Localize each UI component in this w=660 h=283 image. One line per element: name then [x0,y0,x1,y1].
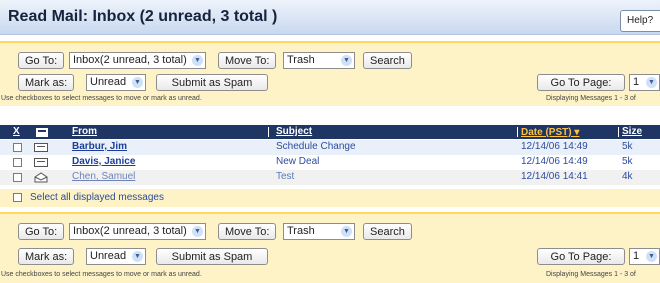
message-subject[interactable]: Schedule Change [276,141,356,152]
submit-spam-button[interactable]: Submit as Spam [156,74,268,91]
page-select-value: 1 [633,76,640,88]
chevron-down-icon: ▼ [132,251,143,262]
message-size: 4k [622,171,633,182]
chevron-down-icon: ▼ [646,251,657,262]
envelope-closed-icon [34,143,48,152]
page-select[interactable]: 1 ▼ [629,74,660,91]
message-size: 5k [622,156,633,167]
message-size: 5k [622,141,633,152]
message-date: 12/14/06 14:41 [521,171,588,182]
message-row[interactable]: Chen, Samuel Test 12/14/06 14:41 4k [0,170,660,185]
move-target-select[interactable]: Trash ▼ [283,52,355,69]
from-column-header[interactable]: From [72,125,97,139]
mark-select[interactable]: Unread ▼ [86,248,146,265]
column-divider [618,127,619,137]
mark-as-button[interactable]: Mark as: [18,74,75,91]
go-to-page-button[interactable]: Go To Page: [537,74,625,91]
top-toolbar: Go To: Inbox(2 unread, 3 total) ▼ Move T… [0,43,660,106]
folder-select-value: Inbox(2 unread, 3 total) [73,54,187,66]
message-sender-link[interactable]: Chen, Samuel [72,171,135,182]
page-select-value: 1 [633,250,640,262]
message-checkbox[interactable] [13,173,22,182]
folder-select-value: Inbox(2 unread, 3 total) [73,225,187,237]
move-target-value: Trash [287,54,315,66]
help-button[interactable]: Help? [620,10,660,32]
move-to-button[interactable]: Move To: [218,52,277,69]
title-bar: Read Mail: Inbox (2 unread, 3 total ) He… [0,0,660,35]
envelope-column-icon [36,128,48,137]
bottom-toolbar: Go To: Inbox(2 unread, 3 total) ▼ Move T… [0,214,660,283]
message-table-header: X From Subject Date (PST) ▾ Size [0,125,660,139]
displaying-count: Displaying Messages 1 - 3 of [546,271,636,278]
select-all-label[interactable]: Select all displayed messages [30,192,164,203]
selection-hint: Use checkboxes to select messages to mov… [1,271,202,278]
select-all-row: Select all displayed messages [0,189,660,207]
displaying-count: Displaying Messages 1 - 3 of [546,95,636,102]
message-sender-link[interactable]: Barbur, Jim [72,141,127,152]
envelope-open-icon [34,172,48,183]
submit-spam-button[interactable]: Submit as Spam [156,248,268,265]
message-checkbox[interactable] [13,143,22,152]
mark-select-value: Unread [90,76,127,88]
chevron-down-icon: ▼ [341,226,352,237]
chevron-down-icon: ▼ [132,77,143,88]
message-checkbox[interactable] [13,158,22,167]
move-target-select[interactable]: Trash ▼ [283,223,355,240]
search-button[interactable]: Search [363,223,412,240]
envelope-closed-icon [34,158,48,167]
goto-button[interactable]: Go To: [18,52,65,69]
select-column-header[interactable]: X [13,125,20,139]
message-subject[interactable]: New Deal [276,156,319,167]
message-date: 12/14/06 14:49 [521,156,588,167]
column-divider [268,127,269,137]
move-target-value: Trash [287,225,315,237]
message-row[interactable]: Barbur, Jim Schedule Change 12/14/06 14:… [0,140,660,155]
search-button[interactable]: Search [363,52,412,69]
select-all-checkbox[interactable] [13,193,22,202]
selection-hint: Use checkboxes to select messages to mov… [1,95,202,102]
column-divider [517,127,518,137]
size-column-header[interactable]: Size [622,125,642,139]
message-subject[interactable]: Test [276,171,294,182]
folder-select[interactable]: Inbox(2 unread, 3 total) ▼ [69,223,206,240]
chevron-down-icon: ▼ [646,77,657,88]
move-to-button[interactable]: Move To: [218,223,277,240]
subject-column-header[interactable]: Subject [276,125,312,139]
mark-as-button[interactable]: Mark as: [18,248,75,265]
mark-select-value: Unread [90,250,127,262]
message-date: 12/14/06 14:49 [521,141,588,152]
chevron-down-icon: ▼ [192,55,203,66]
date-column-header[interactable]: Date (PST) ▾ [521,126,579,140]
goto-button[interactable]: Go To: [18,223,65,240]
chevron-down-icon: ▼ [192,226,203,237]
go-to-page-button[interactable]: Go To Page: [537,248,625,265]
message-row[interactable]: Davis, Janice New Deal 12/14/06 14:49 5k [0,155,660,170]
folder-select[interactable]: Inbox(2 unread, 3 total) ▼ [69,52,206,69]
page-select[interactable]: 1 ▼ [629,248,660,265]
chevron-down-icon: ▼ [341,55,352,66]
page-title: Read Mail: Inbox (2 unread, 3 total ) [8,8,278,25]
message-sender-link[interactable]: Davis, Janice [72,156,135,167]
mark-select[interactable]: Unread ▼ [86,74,146,91]
